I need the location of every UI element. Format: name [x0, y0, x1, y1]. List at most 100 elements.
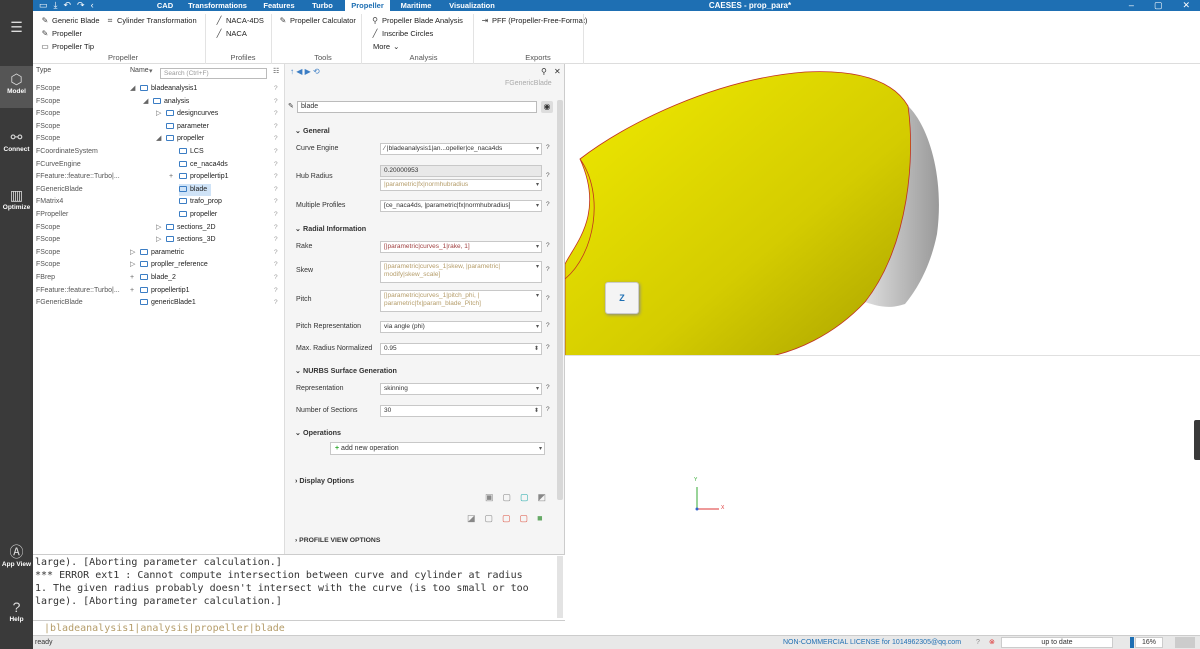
help-icon[interactable]: ?	[274, 272, 278, 284]
3d-viewport[interactable]: Z Y X	[565, 64, 1200, 635]
nav-arrows[interactable]: ↑ ◀ ▶ ⟲	[290, 67, 320, 76]
help-icon[interactable]: ?	[546, 242, 550, 249]
tree-row[interactable]: FFeature::feature::Turbo|... + propellerti…	[33, 171, 285, 183]
column-name[interactable]: Name	[130, 67, 149, 74]
help-icon[interactable]: ?	[274, 108, 278, 120]
tree-row[interactable]: FScope ▷ sections_2D?	[33, 222, 285, 234]
tab-visualization[interactable]: Visualization	[443, 0, 501, 11]
open-folder-icon[interactable]: ▭	[39, 0, 48, 11]
tree-row[interactable]: FScope ▷ propller_reference?	[33, 259, 285, 271]
sidebar-item-optimize[interactable]: ▥ Optimize	[0, 186, 33, 211]
help-icon[interactable]: ?	[546, 201, 550, 208]
help-icon[interactable]: ?	[274, 171, 278, 183]
error-icon[interactable]: ⊗	[989, 636, 995, 649]
tree-row[interactable]: FBrep + blade_2?	[33, 272, 285, 284]
help-icon[interactable]: ?	[274, 209, 278, 221]
tree-row[interactable]: FCoordinateSystem LCS?	[33, 146, 285, 158]
expand-toggle-icon[interactable]: +	[169, 171, 177, 183]
save-icon[interactable]: ⤓	[54, 0, 58, 11]
help-icon[interactable]: ?	[274, 297, 278, 309]
tree-row[interactable]: FCurveEngine ce_naca4ds?	[33, 159, 285, 171]
shaded-icon[interactable]: ▣	[485, 492, 494, 503]
help-icon[interactable]: ?	[546, 406, 550, 413]
tree-row[interactable]: FPropeller propeller?	[33, 209, 285, 221]
section-display[interactable]: › Display Options	[295, 476, 354, 485]
expand-toggle-icon[interactable]: ▷	[156, 222, 165, 234]
tree-row[interactable]: FScope ◢ bladeanalysis1?	[33, 83, 285, 95]
expand-toggle-icon[interactable]: ▷	[156, 234, 165, 246]
tree-row[interactable]: FScope ▷ parametric?	[33, 247, 285, 259]
section-general[interactable]: ⌄ General	[295, 126, 330, 135]
inscribe-circles-button[interactable]: ╱ Inscribe Circles	[371, 29, 434, 38]
help-icon[interactable]: ?	[546, 266, 550, 273]
visibility-eye-icon[interactable]: ◉	[541, 101, 553, 113]
sidebar-item-help[interactable]: ? Help	[0, 598, 33, 623]
minimize-icon[interactable]: –	[1129, 0, 1134, 11]
box-icon[interactable]: ▢	[485, 513, 494, 524]
naca-button[interactable]: ╱ NACA	[215, 29, 247, 38]
blade-analysis-button[interactable]: ⚲ Propeller Blade Analysis	[371, 16, 463, 25]
sidebar-item-model[interactable]: ⬡ Model	[0, 66, 33, 108]
pitch-field[interactable]: [|parametric|curves_1|pitch_phi, | parame…	[380, 290, 542, 312]
tree-row[interactable]: FScope ◢ propeller?	[33, 133, 285, 145]
wire-icon[interactable]: ▢	[503, 492, 512, 503]
expand-toggle-icon[interactable]: ◢	[143, 96, 152, 108]
console-scrollbar[interactable]	[557, 556, 563, 618]
view-cube[interactable]: Z	[605, 282, 639, 314]
pitch-representation-select[interactable]: via angle (phi) ▾	[380, 321, 542, 333]
tab-features[interactable]: Features	[258, 0, 300, 11]
propeller-button[interactable]: ✎ Propeller	[41, 29, 82, 38]
close-icon[interactable]: ✕	[554, 67, 561, 76]
tab-maritime[interactable]: Maritime	[395, 0, 437, 11]
surface-icon[interactable]: ▢	[520, 492, 529, 503]
propeller-calculator-button[interactable]: ✎ Propeller Calculator	[279, 16, 356, 25]
tree-row[interactable]: FScope ▷ sections_3D?	[33, 234, 285, 246]
search-input[interactable]: Search (Ctrl+F)	[160, 68, 267, 79]
skew-field[interactable]: [|parametric|curves_1|skew, |parametric|…	[380, 261, 542, 283]
help-icon[interactable]: ?	[274, 96, 278, 108]
side-panel-handle[interactable]	[1194, 420, 1200, 460]
undo-icon[interactable]: ↶	[64, 0, 72, 11]
rake-field[interactable]: [|parametric|curves_1|rake, 1] ▾	[380, 241, 542, 253]
expand-toggle-icon[interactable]: ▷	[130, 247, 139, 259]
sidebar-item-appview[interactable]: Ⓐ App View	[0, 543, 33, 568]
help-icon[interactable]: ?	[546, 322, 550, 329]
help-icon[interactable]: ?	[546, 384, 550, 391]
multiple-profiles-field[interactable]: [ce_naca4ds, |parametric|fx|normhubradiu…	[380, 200, 542, 212]
help-icon[interactable]: ?	[274, 159, 278, 171]
help-icon[interactable]: ?	[546, 295, 550, 302]
sidebar-item-connect[interactable]: ⚯ Connect	[0, 128, 33, 153]
propeller-tip-button[interactable]: ▭ Propeller Tip	[41, 42, 94, 51]
collapse-icon[interactable]: ‹	[91, 0, 94, 11]
help-icon[interactable]: ?	[274, 234, 278, 246]
tab-turbo[interactable]: Turbo	[305, 0, 340, 11]
tree-row[interactable]: FScope ◢ analysis?	[33, 96, 285, 108]
tree-row[interactable]: FGenericBlade genericBlade1?	[33, 297, 285, 309]
cylinder-transformation-button[interactable]: ⌗ Cylinder Transformation	[106, 16, 197, 25]
help-icon[interactable]: ?	[274, 247, 278, 259]
naca-4ds-button[interactable]: ╱ NACA-4DS	[215, 16, 264, 25]
add-operation-dropdown[interactable]: + add new operation ▾	[330, 442, 545, 455]
tree-row[interactable]: FFeature::feature::Turbo|... + propellerti…	[33, 285, 285, 297]
number-of-sections-stepper[interactable]: 30 ⬍	[380, 405, 542, 417]
color-icon[interactable]: ■	[537, 513, 542, 524]
properties-scrollbar[interactable]	[557, 100, 563, 500]
max-radius-stepper[interactable]: 0.95 ⬍	[380, 343, 542, 355]
curve-engine-field[interactable]: ⁄ |bladeanalysis1|an...opeller|ce_naca4d…	[380, 143, 542, 155]
search-icon[interactable]: ⚲	[541, 67, 547, 76]
section-operations[interactable]: ⌄ Operations	[295, 428, 341, 437]
help-icon[interactable]: ?	[546, 172, 550, 179]
filter-icon[interactable]: ▾	[149, 67, 153, 75]
help-icon[interactable]: ?	[274, 259, 278, 271]
pff-export-button[interactable]: ⇥ PFF (Propeller-Free-Format)	[481, 16, 588, 25]
tree-row[interactable]: FScope parameter?	[33, 121, 285, 133]
tree-row[interactable]: FScope ▷ designcurves?	[33, 108, 285, 120]
column-type[interactable]: Type	[36, 67, 51, 74]
close-icon[interactable]: ✕	[1182, 0, 1190, 11]
more-button[interactable]: More ⌄	[373, 42, 399, 51]
help-icon[interactable]: ?	[274, 285, 278, 297]
help-icon[interactable]: ?	[274, 196, 278, 208]
help-icon[interactable]: ?	[546, 144, 550, 151]
normals-icon[interactable]: ◪	[467, 513, 476, 524]
expand-toggle-icon[interactable]: ◢	[130, 83, 139, 95]
